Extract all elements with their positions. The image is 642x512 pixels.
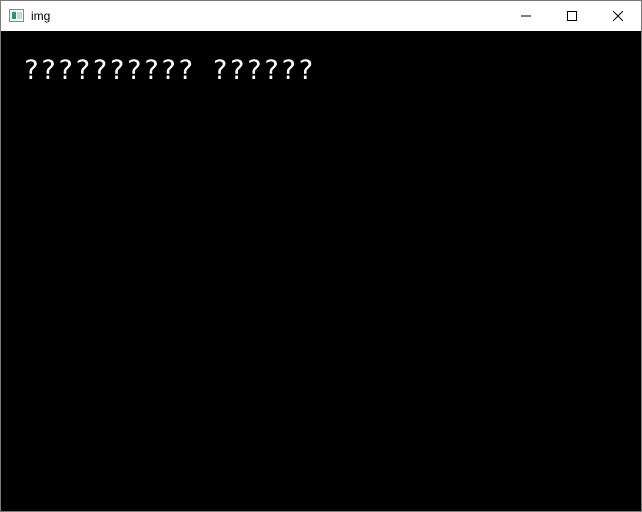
close-icon [613, 11, 623, 21]
window-title: img [31, 9, 51, 23]
image-canvas: ?????????? ?????? [1, 31, 641, 511]
minimize-button[interactable] [503, 1, 549, 31]
app-window: img ?????????? ?????? [0, 0, 642, 512]
app-window-icon[interactable] [9, 9, 24, 22]
title-bar[interactable]: img [1, 1, 641, 31]
minimize-icon [521, 15, 531, 17]
maximize-icon [567, 11, 577, 21]
maximize-button[interactable] [549, 1, 595, 31]
canvas-text: ?????????? ?????? [23, 55, 315, 86]
close-button[interactable] [595, 1, 641, 31]
